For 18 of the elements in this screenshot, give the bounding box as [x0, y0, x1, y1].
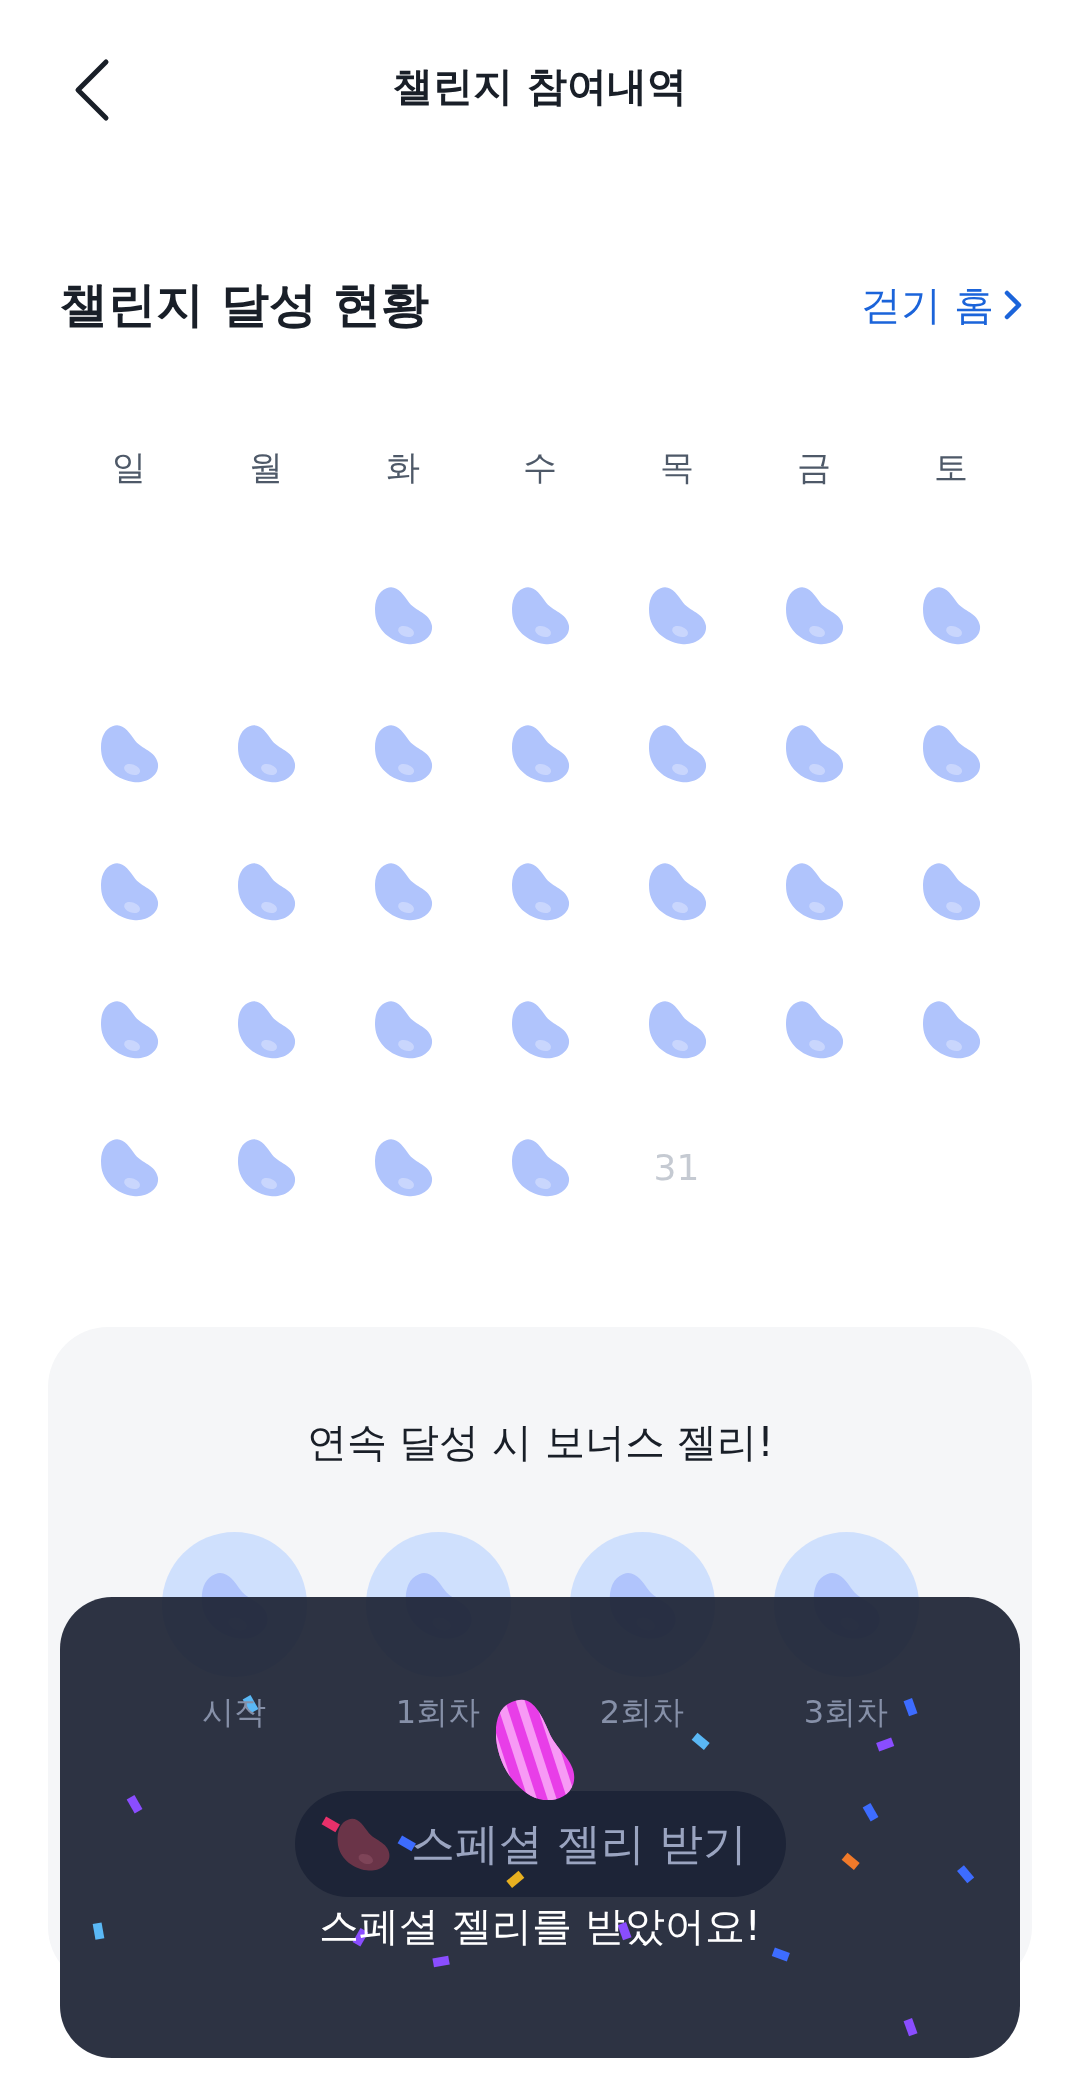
weekday-label: 수: [522, 446, 557, 489]
step-label: 시작: [202, 1692, 266, 1733]
bonus-title: 연속 달성 시 보너스 젤리!: [306, 1418, 774, 1467]
step-label: 1회차: [395, 1692, 481, 1733]
step-label: 3회차: [803, 1692, 889, 1733]
weekday-label: 일: [111, 446, 146, 489]
calendar-date: 31: [653, 1146, 700, 1188]
section-title: 챌린지 달성 현황: [60, 275, 430, 334]
step-label: 2회차: [599, 1692, 685, 1733]
button-label: 스페셜 젤리 받기: [411, 1816, 747, 1871]
walk-home-link[interactable]: 걷기 홈: [861, 277, 1022, 333]
weekday-label: 목: [659, 446, 694, 489]
page-title: 챌린지 참여내역: [393, 62, 687, 111]
toast-message: 스페셜 젤리를 받았어요!: [318, 1902, 762, 1951]
weekday-label: 월: [248, 446, 283, 489]
weekday-label: 금: [796, 446, 831, 489]
weekday-label: 화: [385, 446, 420, 489]
weekday-label: 토: [933, 446, 968, 489]
